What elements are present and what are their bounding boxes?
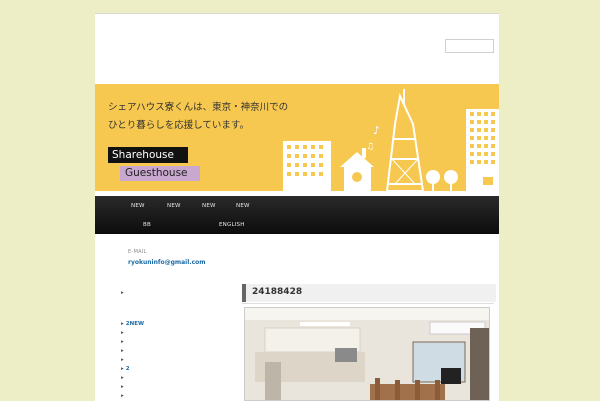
- page-container: ♪ ♫ シェアハウス寮くんは、東京・神奈川での ひとり暮らしを応援しています。 …: [95, 13, 499, 401]
- banner-tagline-line2: ひとり暮らしを応援しています。: [108, 120, 249, 131]
- nav-item-new-2[interactable]: NEW: [167, 203, 181, 209]
- nav-item-bb[interactable]: BB: [143, 222, 151, 228]
- sidebar-item[interactable]: ▸: [121, 339, 126, 345]
- post-divider: [242, 303, 494, 304]
- header-banner[interactable]: ♪ ♫ シェアハウス寮くんは、東京・神奈川での ひとり暮らしを応援しています。 …: [95, 84, 499, 194]
- sharehouse-label: Sharehouse: [108, 147, 188, 163]
- sidebar-item[interactable]: ▸: [121, 393, 126, 399]
- nav-item-new-3[interactable]: NEW: [202, 203, 216, 209]
- sidebar-item[interactable]: ▸: [121, 357, 126, 363]
- svg-text:♫: ♫: [366, 142, 374, 152]
- nav-item-english[interactable]: ENGLISH: [219, 222, 245, 228]
- main-nav: NEW NEW NEW NEW BB ENGLISH: [95, 196, 499, 234]
- sidebar-item[interactable]: ▸: [121, 290, 126, 296]
- post-header: 24188428: [242, 284, 496, 302]
- search-input[interactable]: [445, 39, 494, 53]
- post-title[interactable]: 24188428: [252, 287, 302, 297]
- sidebar-item[interactable]: ▸: [121, 375, 126, 381]
- sidebar-item[interactable]: ▸: [121, 348, 126, 354]
- email-label: E-MAIL: [128, 249, 147, 255]
- sidebar-item[interactable]: ▸: [121, 384, 126, 390]
- banner-ground-line: [95, 191, 499, 194]
- sidebar-item[interactable]: ▸: [121, 330, 126, 336]
- banner-tagline-line1: シェアハウス寮くんは、東京・神奈川での: [108, 102, 289, 113]
- guesthouse-label: Guesthouse: [120, 166, 200, 181]
- nav-item-new-4[interactable]: NEW: [236, 203, 250, 209]
- post-photo-kitchen[interactable]: [244, 307, 490, 401]
- kitchen-photo: [245, 308, 489, 400]
- svg-text:♪: ♪: [373, 124, 380, 137]
- sidebar-item[interactable]: ▸ 2NEW: [121, 321, 144, 327]
- email-link[interactable]: ryokuninfo@gmail.com: [128, 259, 206, 266]
- sidebar-item[interactable]: ▸ 2: [121, 366, 130, 372]
- nav-item-new-1[interactable]: NEW: [131, 203, 145, 209]
